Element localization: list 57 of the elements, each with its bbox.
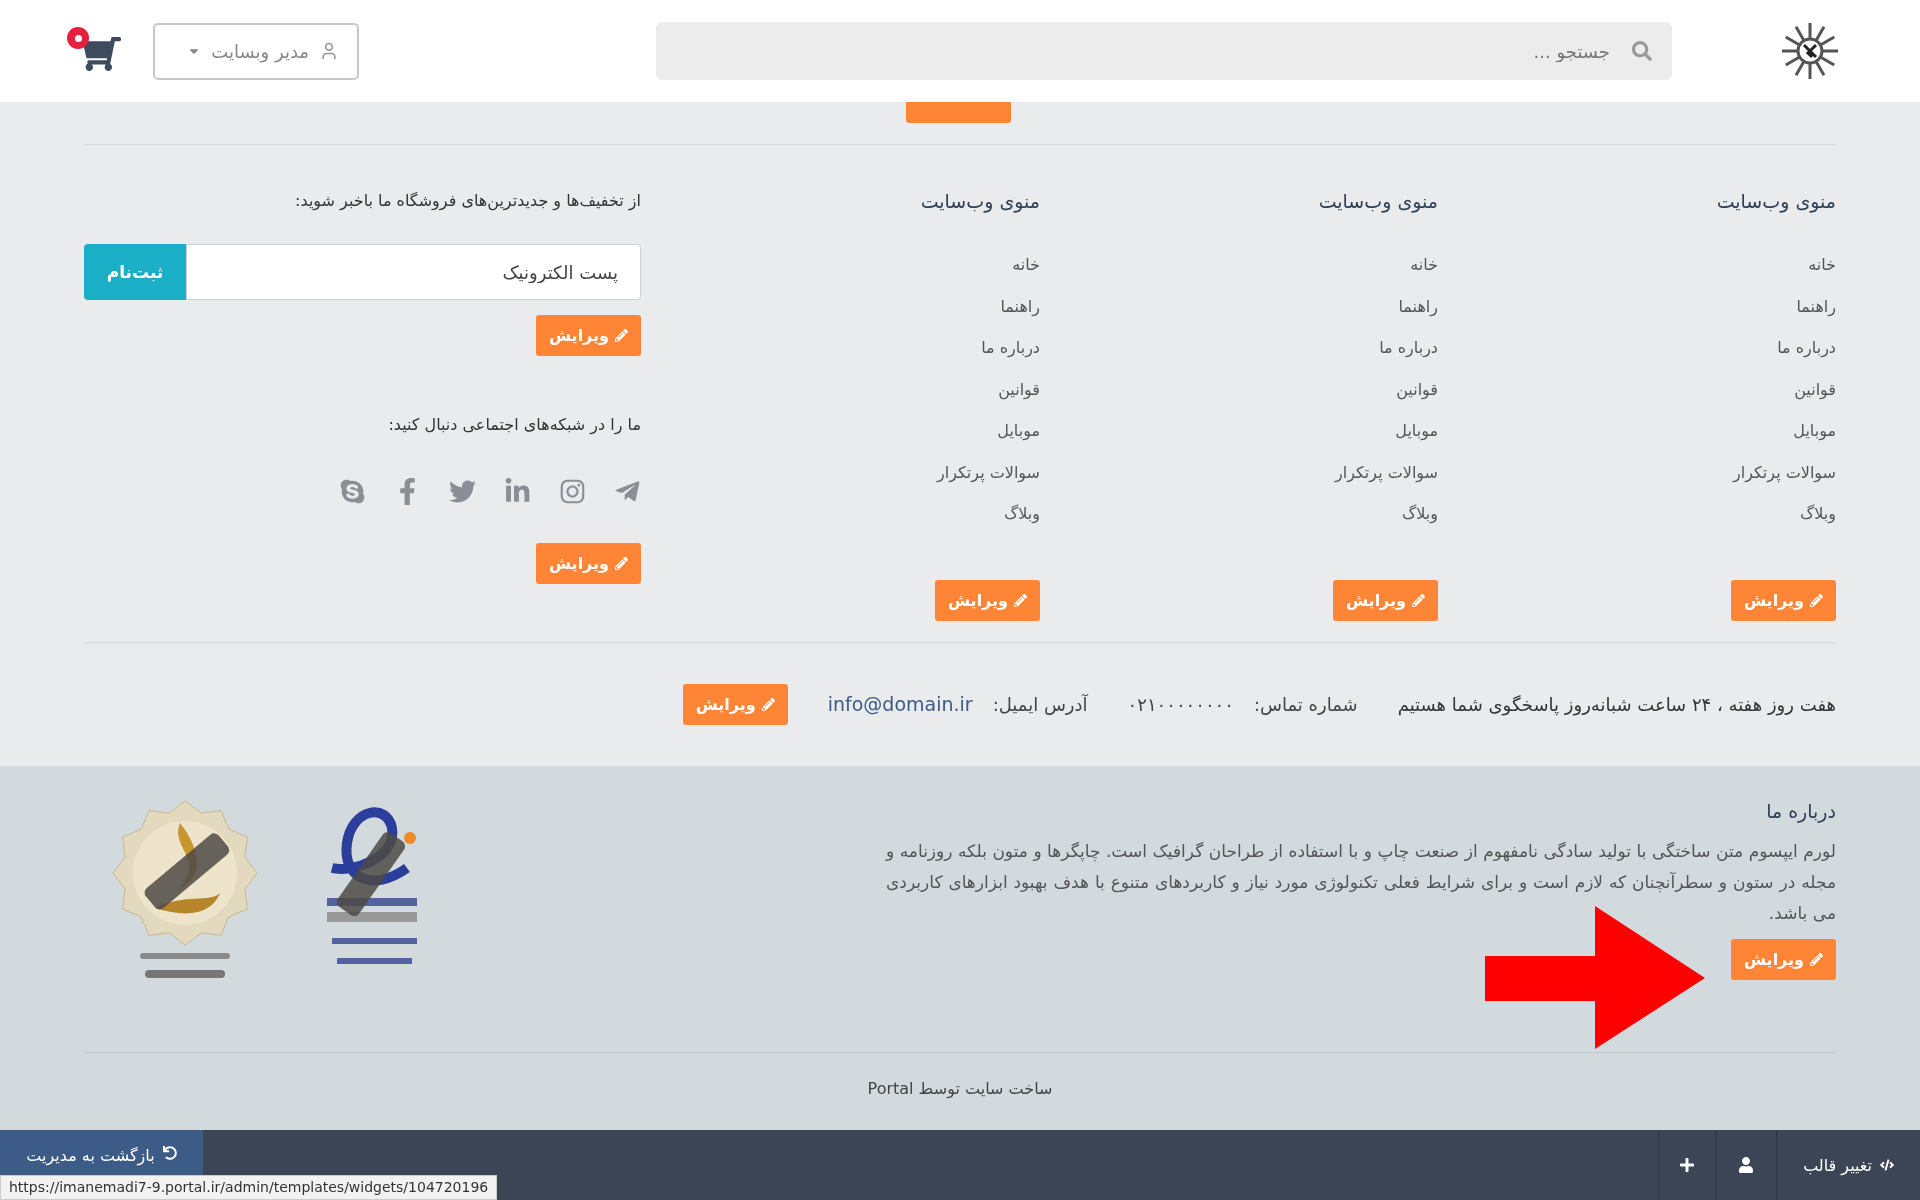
pencil-icon <box>615 329 628 342</box>
code-icon <box>1880 1158 1894 1172</box>
menu-link[interactable]: درباره ما <box>1335 327 1438 369</box>
plus-icon <box>1679 1157 1696 1173</box>
menu-title: منوی وب‌سایت <box>920 189 1040 214</box>
menu-link[interactable]: درباره ما <box>1733 327 1836 369</box>
menu-link[interactable]: درباره ما <box>937 327 1040 369</box>
search-icon <box>1632 41 1652 61</box>
menu-link[interactable]: موبایل <box>937 410 1040 452</box>
cart-icon[interactable] <box>83 35 121 73</box>
menu-link[interactable]: قوانین <box>1733 368 1836 410</box>
menu-link[interactable]: موبایل <box>1733 410 1836 452</box>
email-label: آدرس ایمیل: <box>992 693 1088 715</box>
menu-link[interactable]: راهنما <box>937 285 1040 327</box>
menu-link[interactable]: سوالات پرتکرار <box>1335 451 1438 493</box>
menu-link[interactable]: وبلاگ <box>937 493 1040 535</box>
menu-link[interactable]: راهنما <box>1733 285 1836 327</box>
change-template-button[interactable]: تغییر قالب <box>1776 1130 1920 1200</box>
user-menu[interactable]: مدیر وبسایت <box>153 22 359 80</box>
user-icon <box>319 41 339 61</box>
email-field[interactable]: پست الکترونیک <box>186 244 641 300</box>
menu-link[interactable]: سوالات پرتکرار <box>937 451 1040 493</box>
menu-link[interactable]: راهنما <box>1335 285 1438 327</box>
phone-number: ۰۲۱۰۰۰۰۰۰۰۰ <box>1127 693 1234 715</box>
pencil-icon <box>761 697 775 711</box>
about-text: لورم ایپسوم متن ساختگی با تولید سادگی نامفهوم از صنعت چاپ و با استفاده از طراحان گرافیک است. چاپگرها و متون بلکه روزنامه و مجله در ستون و سطرآنچنان که لازم است و برای شرایط فعلی تکنولوژی مورد نیاز و کاربردهای متنوع با هدف بهبود ابزارهای کاربردی می باشد. <box>886 839 1836 925</box>
menu-link[interactable]: موبایل <box>1335 410 1438 452</box>
pencil-icon <box>1014 593 1027 607</box>
about-title: درباره ما <box>1766 798 1836 824</box>
newsletter-title: از تخفیف‌ها و جدیدترین‌های فروشگاه ما باخبر شوید: <box>295 190 641 213</box>
linkedin-icon <box>504 477 531 505</box>
status-url-tooltip: https://imanemadi7-9.portal.ir/admin/templates/widgets/104720196 <box>0 1175 498 1200</box>
menu-link[interactable]: قوانین <box>937 368 1040 410</box>
menu-link[interactable]: خانه <box>937 244 1040 286</box>
cart-badge <box>67 27 89 49</box>
menu-link[interactable]: سوالات پرتکرار <box>1733 451 1836 493</box>
pencil-icon <box>1412 593 1425 607</box>
menu-title: منوی وب‌سایت <box>1716 189 1836 214</box>
pencil-icon <box>1810 952 1823 966</box>
instagram-icon <box>559 477 586 505</box>
skype-icon <box>339 477 366 505</box>
menu-title: منوی وب‌سایت <box>1318 189 1438 214</box>
user-icon <box>1738 1157 1755 1173</box>
menu-link[interactable]: خانه <box>1335 244 1438 286</box>
site-credit: ساخت سایت توسط Portal <box>866 1077 1054 1098</box>
social-title: ما را در شبکه‌های اجتماعی دنبال کنید: <box>388 414 641 437</box>
pencil-icon <box>615 557 628 570</box>
pencil-icon <box>1810 593 1823 607</box>
search-field[interactable]: جستجو ... <box>656 22 1672 80</box>
menu-link[interactable]: قوانین <box>1335 368 1438 410</box>
email-link[interactable]: info@domain.ir <box>827 693 973 715</box>
phone-label: شماره تماس: <box>1253 693 1358 715</box>
menu-link[interactable]: خانه <box>1733 244 1836 286</box>
menu-link[interactable]: وبلاگ <box>1335 493 1438 535</box>
support-hours-text: هفت روز هفته ، ۲۴ ساعت شبانه‌روز پاسخگوی شما هستیم <box>1397 693 1836 715</box>
menu-link[interactable]: وبلاگ <box>1733 493 1836 535</box>
undo-icon <box>162 1146 177 1160</box>
